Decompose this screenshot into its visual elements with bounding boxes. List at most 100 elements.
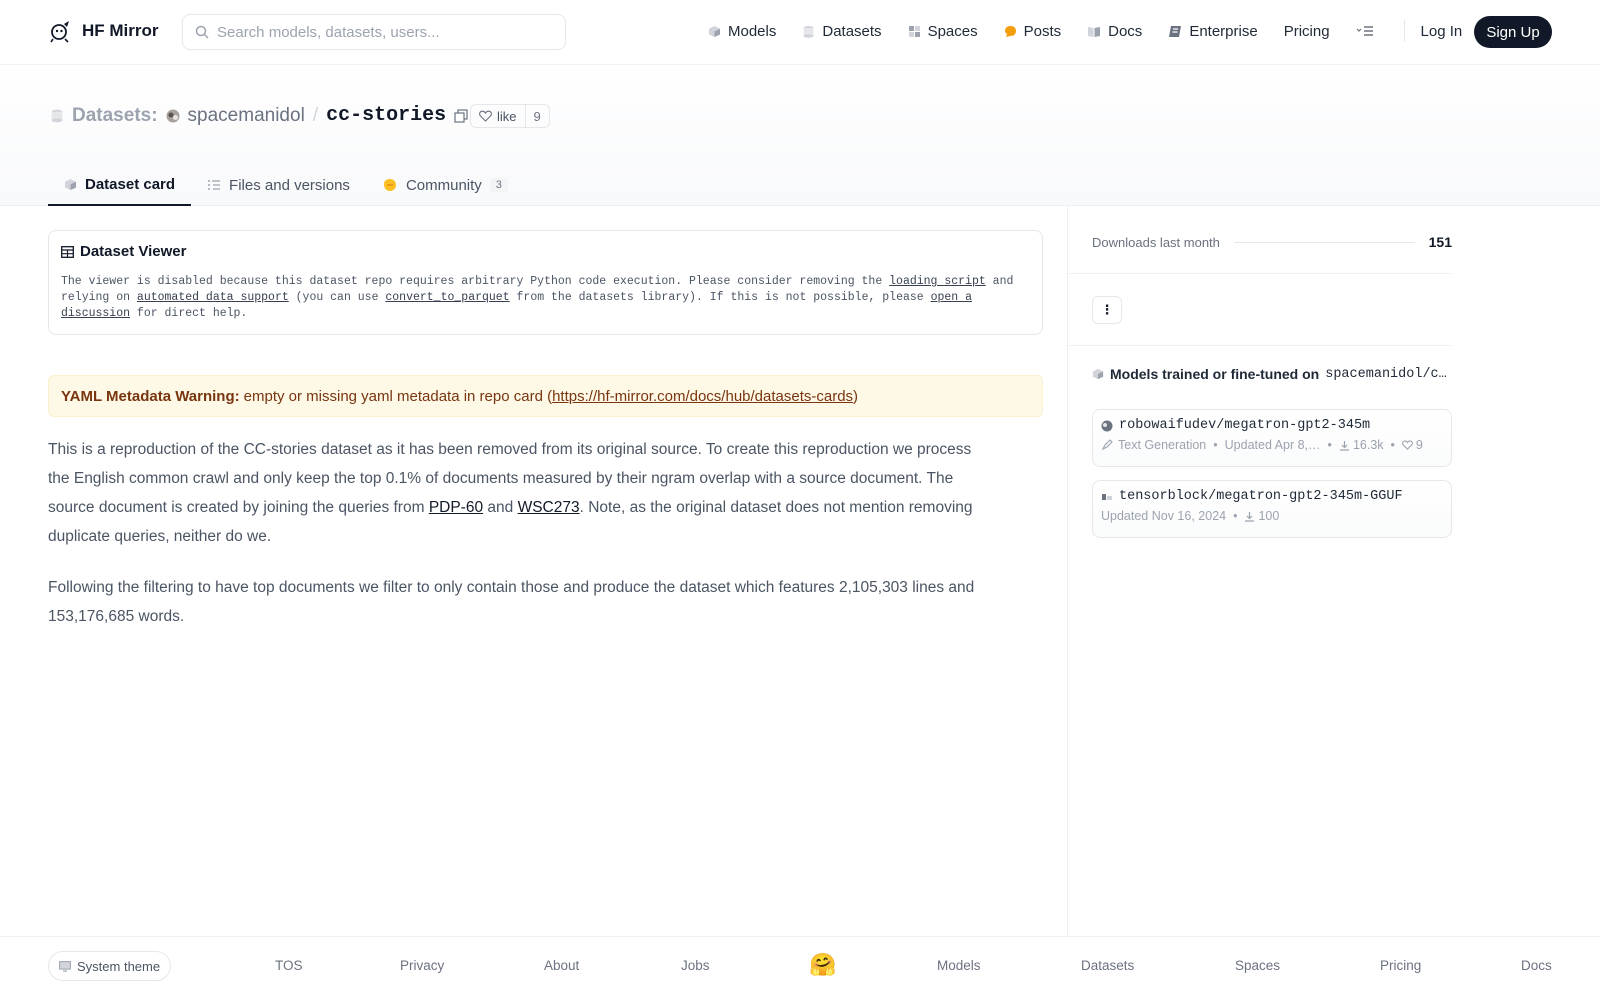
nav-datasets-label: Datasets — [822, 22, 882, 40]
nav-spaces-label: Spaces — [927, 22, 978, 40]
models-trained-title: Models trained or fine-tuned on spaceman… — [1092, 366, 1452, 382]
footer-link-models[interactable]: Models — [937, 958, 981, 973]
model-task: Text Generation — [1118, 438, 1207, 452]
model-name[interactable]: tensorblock/megatron-gpt2-345m-GGUF — [1119, 489, 1403, 504]
login-link[interactable]: Log In — [1421, 23, 1463, 40]
meta-dot: • — [1390, 438, 1395, 452]
tab-community[interactable]: Community 3 — [366, 164, 524, 206]
sidebar-divider — [1068, 273, 1452, 274]
footer-link-spaces[interactable]: Spaces — [1235, 958, 1280, 973]
viewer-text-5: for direct help. — [130, 307, 248, 320]
download-icon — [1339, 440, 1349, 451]
nav-spaces[interactable]: Spaces — [908, 23, 978, 40]
meta-dot: • — [1327, 438, 1332, 452]
dataset-viewer-title-text: Dataset Viewer — [80, 243, 187, 260]
brand-name: HF Mirror — [82, 21, 159, 40]
model-avatar — [1102, 493, 1112, 500]
repo-owner[interactable]: spacemanidol — [188, 105, 305, 127]
spaces-icon — [908, 25, 920, 37]
theme-toggle[interactable]: System theme — [48, 951, 172, 981]
downloads-value: 151 — [1428, 234, 1452, 250]
search-icon — [195, 25, 209, 39]
pdp-60-link[interactable]: PDP-60 — [429, 499, 483, 516]
brand[interactable]: HF Mirror — [50, 19, 159, 43]
nav-docs[interactable]: Docs — [1087, 23, 1142, 40]
model-card[interactable]: tensorblock/megatron-gpt2-345m-GGUF Upda… — [1092, 480, 1452, 538]
model-updated: Updated Apr 8,… — [1224, 438, 1321, 452]
nav-divider — [1403, 20, 1405, 42]
copy-icon[interactable] — [454, 108, 468, 123]
signup-button[interactable]: Sign Up — [1474, 16, 1552, 48]
nav-models[interactable]: Models — [708, 23, 776, 40]
wsc273-link[interactable]: WSC273 — [518, 499, 580, 516]
sidebar-downloads: Downloads last month 151 — [1092, 230, 1452, 254]
like-action[interactable]: like — [471, 105, 526, 127]
nav-posts[interactable]: Posts — [1004, 22, 1062, 40]
repo-slash: / — [312, 104, 319, 126]
footer-link-tos[interactable]: TOS — [275, 958, 303, 973]
hf-logo-icon — [50, 21, 69, 43]
datasets-icon — [803, 25, 814, 38]
dataset-cards-docs-link[interactable]: https://hf-mirror.com/docs/hub/datasets-… — [552, 388, 853, 405]
search-box[interactable] — [182, 14, 566, 50]
files-icon — [208, 180, 221, 190]
repo-type-label[interactable]: Datasets: — [72, 105, 158, 127]
footer-link-pricing[interactable]: Pricing — [1380, 958, 1421, 973]
repo-tabs: Dataset card Files and versions Communit… — [48, 164, 524, 206]
text-generation-icon — [1101, 439, 1113, 451]
like-button[interactable]: like 9 — [470, 104, 550, 128]
dataset-card-content: Dataset Viewer The viewer is disabled be… — [48, 230, 1043, 631]
nav-posts-label: Posts — [1023, 22, 1062, 40]
download-icon — [1245, 511, 1255, 522]
footer-link-about[interactable]: About — [544, 958, 579, 973]
more-menu-icon — [1356, 26, 1373, 36]
model-card[interactable]: robowaifudev/megatron-gpt2-345m Text Gen… — [1092, 409, 1452, 467]
repo-title: Datasets: spacemanidol / cc-stories — [50, 104, 468, 127]
tab-dataset-card[interactable]: Dataset card — [48, 164, 192, 206]
loading-script-link[interactable]: loading script — [889, 275, 986, 288]
model-updated: Updated Nov 16, 2024 — [1101, 509, 1227, 523]
footer-link-jobs[interactable]: Jobs — [681, 958, 710, 973]
like-count[interactable]: 9 — [526, 109, 549, 124]
footer-link-datasets[interactable]: Datasets — [1081, 958, 1134, 973]
model-avatar — [1101, 420, 1113, 431]
nav-more-menu[interactable] — [1356, 25, 1374, 37]
tab-files-and-versions[interactable]: Files and versions — [191, 164, 366, 206]
nav-pricing[interactable]: Pricing — [1284, 23, 1330, 40]
search-input[interactable] — [217, 23, 537, 41]
model-downloads: 16.3k — [1352, 438, 1384, 452]
repo-name[interactable]: cc-stories — [326, 104, 446, 127]
viewer-text-4: from the datasets library). If this is n… — [509, 291, 931, 304]
meta-dot: • — [1233, 509, 1238, 523]
models-icon — [709, 25, 720, 37]
model-name[interactable]: robowaifudev/megatron-gpt2-345m — [1119, 418, 1370, 433]
warning-text: empty or missing yaml metadata in repo c… — [243, 387, 553, 405]
warning-label: YAML Metadata Warning: — [61, 387, 240, 405]
footer-link-privacy[interactable]: Privacy — [400, 958, 444, 973]
downloads-label: Downloads last month — [1092, 234, 1220, 250]
meta-dot: • — [1213, 438, 1218, 452]
nav-datasets[interactable]: Datasets — [802, 22, 882, 40]
main-nav: Models Datasets Spaces Posts Docs Enterp… — [708, 20, 1478, 42]
nav-enterprise[interactable]: Enterprise — [1168, 23, 1258, 40]
model-likes: 9 — [1415, 438, 1423, 452]
tab-files-label: Files and versions — [229, 176, 350, 194]
monitor-icon — [59, 960, 71, 972]
automated-data-support-link[interactable]: automated data support — [137, 291, 289, 304]
hugging-face-emoji-icon[interactable]: 🤗 — [809, 952, 836, 978]
warning-close-paren: ) — [853, 387, 859, 405]
models-icon — [1092, 368, 1104, 380]
models-trained-label: Models trained or fine-tuned on — [1110, 366, 1320, 382]
card-paragraph-1: This is a reproduction of the CC-stories… — [48, 435, 988, 551]
posts-icon — [1004, 25, 1016, 37]
viewer-text-3: (you can use — [288, 291, 386, 304]
footer-link-docs[interactable]: Docs — [1521, 958, 1552, 973]
card-paragraph-2: Following the filtering to have top docu… — [48, 579, 975, 625]
sidebar-more-button[interactable]: ⋮ — [1092, 296, 1122, 324]
convert-to-parquet-link[interactable]: convert_to_parquet — [385, 291, 509, 304]
like-label: like — [497, 108, 517, 124]
theme-label: System theme — [77, 958, 161, 974]
dataset-icon — [51, 109, 63, 123]
nav-docs-label: Docs — [1108, 22, 1143, 40]
top-header: HF Mirror Models Datasets Spaces Posts D… — [0, 0, 1600, 65]
